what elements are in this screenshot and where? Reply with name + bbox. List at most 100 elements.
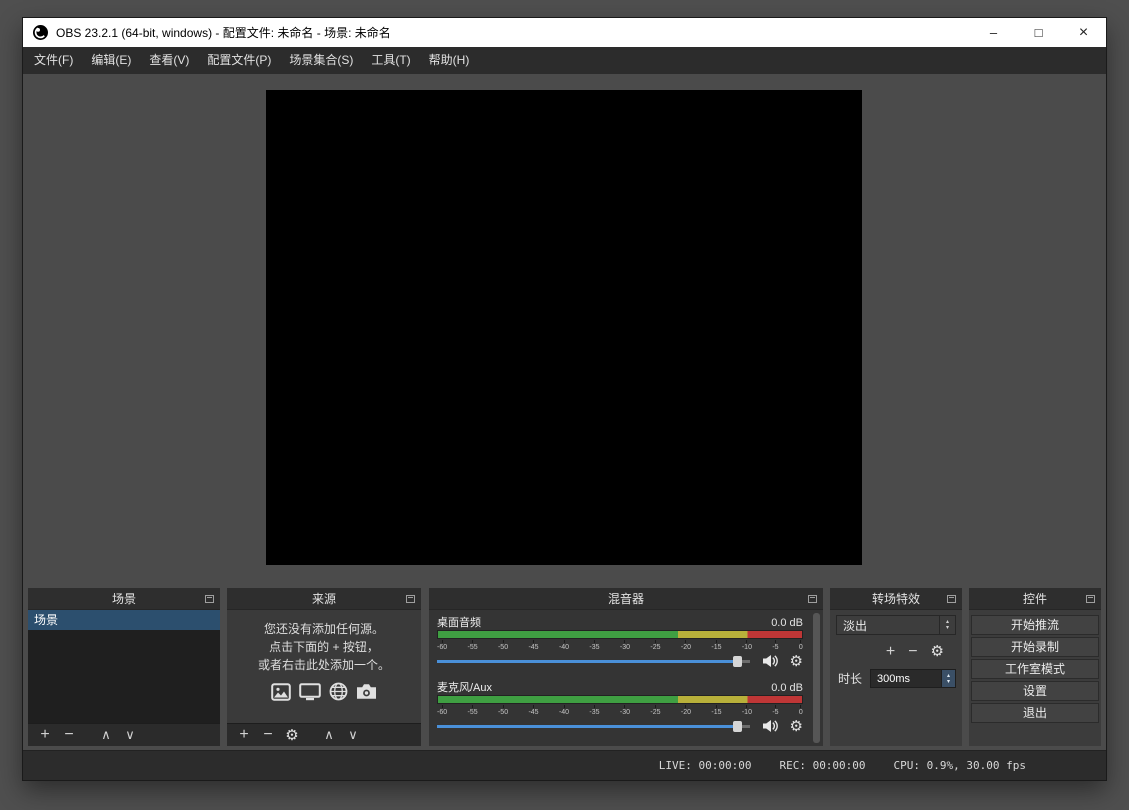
scale-label: -35 <box>589 705 599 716</box>
add-scene-button[interactable]: + <box>33 724 57 746</box>
obs-window: OBS 23.2.1 (64-bit, windows) - 配置文件: 未命名… <box>23 18 1106 780</box>
transitions-dock: 转场特效 淡出 ▴ ▾ + − ⚙ 时长 <box>830 588 962 746</box>
scale-label: -35 <box>589 640 599 651</box>
close-button[interactable]: × <box>1061 18 1106 47</box>
title-bar[interactable]: OBS 23.2.1 (64-bit, windows) - 配置文件: 未命名… <box>23 18 1106 47</box>
dock-float-icon[interactable] <box>1086 595 1095 603</box>
sources-dock-title: 来源 <box>312 590 336 607</box>
sources-hint-line3: 或者右击此处添加一个。 <box>227 656 421 674</box>
transitions-dock-header[interactable]: 转场特效 <box>830 588 962 610</box>
mixer-scrollbar[interactable] <box>813 613 820 743</box>
preview-canvas[interactable] <box>266 90 862 565</box>
volume-slider[interactable] <box>437 719 750 734</box>
settings-button[interactable]: 设置 <box>971 681 1099 701</box>
scale-label: -25 <box>650 640 660 651</box>
scrollbar-thumb[interactable] <box>813 613 820 743</box>
channel-gear-icon[interactable]: ⚙ <box>790 719 803 734</box>
source-up-button[interactable]: ∧ <box>317 724 341 746</box>
channel-db-value: 0.0 dB <box>771 617 803 629</box>
add-transition-button[interactable]: + <box>886 644 895 660</box>
window-title: OBS 23.2.1 (64-bit, windows) - 配置文件: 未命名… <box>56 24 391 41</box>
scale-label: -55 <box>467 640 477 651</box>
sources-dock: 来源 您还没有添加任何源。 点击下面的 + 按钮， 或者右击此处添加一个。 <box>227 588 421 746</box>
camera-icon <box>356 683 377 700</box>
volume-meter <box>437 630 803 639</box>
remove-source-button[interactable]: − <box>256 724 280 746</box>
source-properties-gear-icon[interactable]: ⚙ <box>280 728 304 743</box>
remove-scene-button[interactable]: − <box>57 724 81 746</box>
slider-handle[interactable] <box>733 721 742 732</box>
scale-label: 0 <box>799 640 803 651</box>
mixer-dock-title: 混音器 <box>608 590 644 607</box>
exit-button[interactable]: 退出 <box>971 703 1099 723</box>
maximize-button[interactable]: □ <box>1016 18 1061 47</box>
transition-properties-gear-icon[interactable]: ⚙ <box>931 644 944 660</box>
scale-label: -25 <box>650 705 660 716</box>
scene-list-item[interactable]: 场景 <box>28 610 220 630</box>
obs-logo-icon <box>33 25 48 40</box>
menu-help[interactable]: 帮助(H) <box>420 47 479 74</box>
mixer-dock-body: 桌面音频 0.0 dB -60 -55 -50 -45 -40 -35 -30 … <box>429 610 823 746</box>
menu-view[interactable]: 查看(V) <box>140 47 198 74</box>
sources-hint-icons <box>227 682 421 701</box>
mixer-channel-mic-aux: 麦克风/Aux 0.0 dB -60 -55 -50 -45 -40 -35 -… <box>437 679 803 734</box>
scale-label: -50 <box>498 640 508 651</box>
status-rec-time: REC: 00:00:00 <box>779 759 865 772</box>
status-bar: LIVE: 00:00:00 REC: 00:00:00 CPU: 0.9%, … <box>23 750 1106 780</box>
transition-select[interactable]: 淡出 ▴ ▾ <box>836 615 956 635</box>
scale-label: -10 <box>742 640 752 651</box>
controls-dock-header[interactable]: 控件 <box>969 588 1101 610</box>
mixer-dock-header[interactable]: 混音器 <box>429 588 823 610</box>
start-recording-button[interactable]: 开始录制 <box>971 637 1099 657</box>
slider-handle[interactable] <box>733 656 742 667</box>
scale-label: -10 <box>742 705 752 716</box>
studio-mode-button[interactable]: 工作室模式 <box>971 659 1099 679</box>
sources-dock-header[interactable]: 来源 <box>227 588 421 610</box>
scene-list[interactable]: 场景 <box>28 610 220 723</box>
image-icon <box>271 683 291 701</box>
channel-db-value: 0.0 dB <box>771 682 803 694</box>
start-streaming-button[interactable]: 开始推流 <box>971 615 1099 635</box>
meter-scale: -60 -55 -50 -45 -40 -35 -30 -25 -20 -15 … <box>437 705 803 716</box>
speaker-icon[interactable] <box>762 719 778 733</box>
sources-empty-area[interactable]: 您还没有添加任何源。 点击下面的 + 按钮， 或者右击此处添加一个。 <box>227 610 421 723</box>
speaker-icon[interactable] <box>762 654 778 668</box>
combo-arrows[interactable]: ▴ ▾ <box>939 616 955 634</box>
status-live-time: LIVE: 00:00:00 <box>659 759 752 772</box>
dock-float-icon[interactable] <box>205 595 214 603</box>
sources-toolbar: + − ⚙ ∧ ∨ <box>227 723 421 746</box>
window-controls: – □ × <box>971 18 1106 47</box>
scene-up-button[interactable]: ∧ <box>94 724 118 746</box>
remove-transition-button[interactable]: − <box>908 644 917 660</box>
add-source-button[interactable]: + <box>232 724 256 746</box>
controls-dock-title: 控件 <box>1023 590 1047 607</box>
menu-file[interactable]: 文件(F) <box>25 47 82 74</box>
dock-float-icon[interactable] <box>808 595 817 603</box>
source-down-button[interactable]: ∨ <box>341 724 365 746</box>
scale-label: -30 <box>620 705 630 716</box>
menu-tools[interactable]: 工具(T) <box>362 47 419 74</box>
scenes-toolbar: + − ∧ ∨ <box>28 723 220 746</box>
volume-meter <box>437 695 803 704</box>
scenes-dock-body: 场景 + − ∧ ∨ <box>28 610 220 746</box>
scale-label: -15 <box>711 640 721 651</box>
menu-edit[interactable]: 编辑(E) <box>82 47 140 74</box>
minimize-button[interactable]: – <box>971 18 1016 47</box>
spin-down-icon: ▾ <box>947 679 950 685</box>
meter-scale: -60 -55 -50 -45 -40 -35 -30 -25 -20 -15 … <box>437 640 803 651</box>
dock-float-icon[interactable] <box>406 595 415 603</box>
duration-spinbox[interactable]: 300ms ▴ ▾ <box>870 669 956 688</box>
menu-scene-collection[interactable]: 场景集合(S) <box>280 47 362 74</box>
slider-fill <box>437 660 737 663</box>
scale-label: -20 <box>681 640 691 651</box>
scene-down-button[interactable]: ∨ <box>118 724 142 746</box>
menu-profile[interactable]: 配置文件(P) <box>198 47 280 74</box>
volume-slider[interactable] <box>437 654 750 669</box>
transition-tools: + − ⚙ <box>836 635 956 660</box>
channel-gear-icon[interactable]: ⚙ <box>790 654 803 669</box>
scenes-dock-header[interactable]: 场景 <box>28 588 220 610</box>
spinbox-arrows[interactable]: ▴ ▾ <box>941 670 955 687</box>
globe-icon <box>329 682 348 701</box>
scenes-dock: 场景 场景 + − ∧ ∨ <box>28 588 220 746</box>
dock-float-icon[interactable] <box>947 595 956 603</box>
